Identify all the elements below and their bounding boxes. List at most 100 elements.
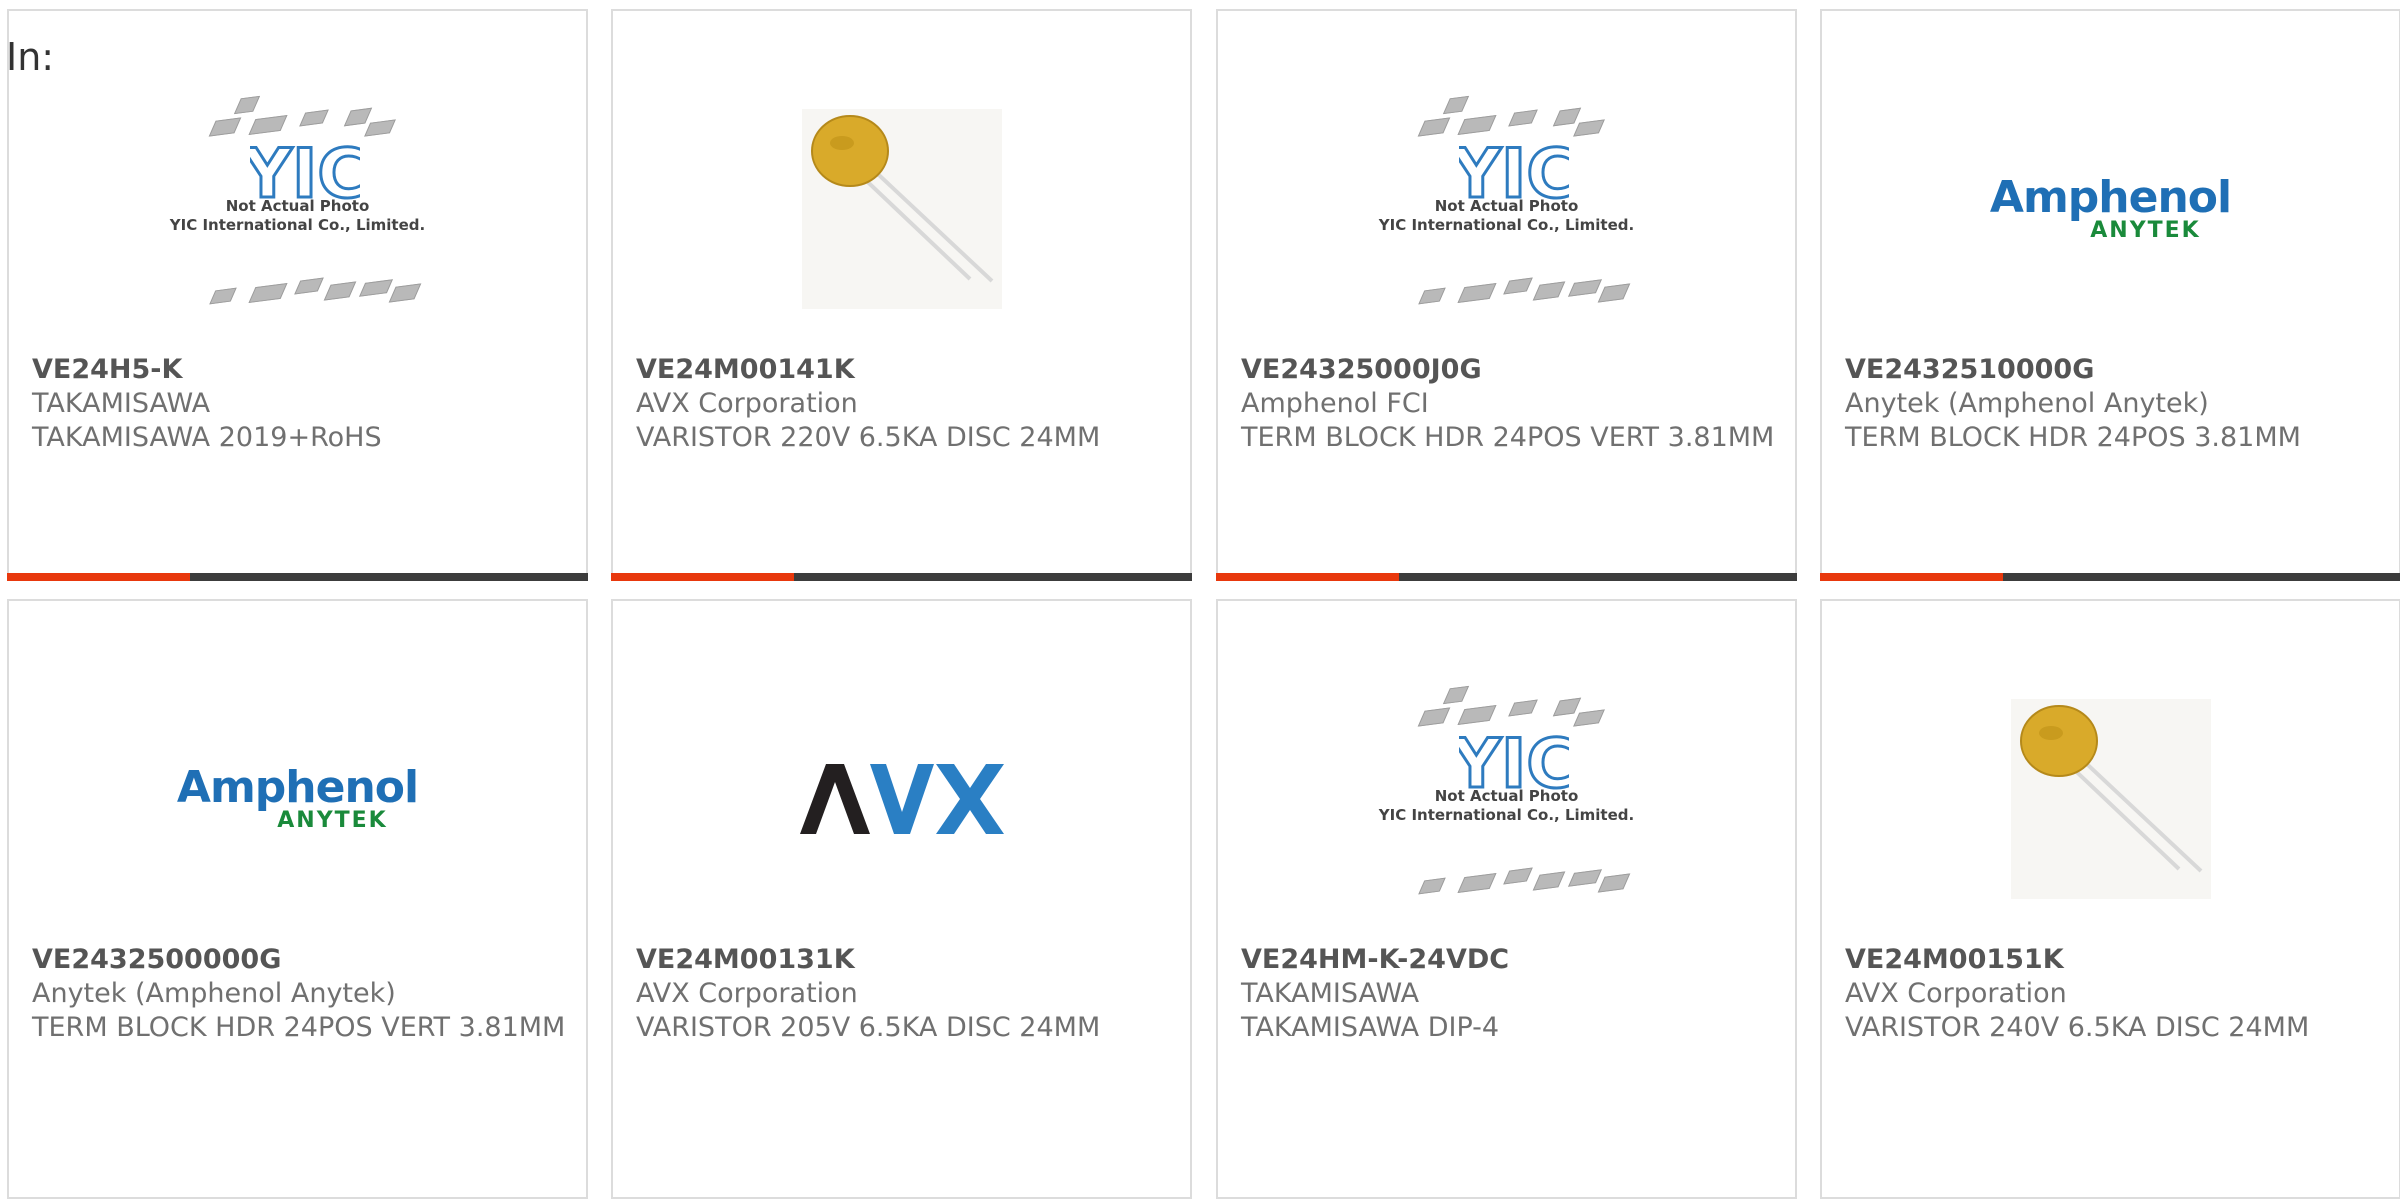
manufacturer: Anytek (Amphenol Anytek) bbox=[1845, 388, 2209, 419]
card-bottom-bar bbox=[1820, 573, 2400, 581]
product-card[interactable]: YIC Not Actual Photo YIC International Co.… bbox=[7, 9, 588, 581]
product-image[interactable]: YIC Not Actual Photo YIC International Co.… bbox=[1377, 669, 1637, 929]
product-image[interactable] bbox=[772, 669, 1032, 929]
part-number[interactable]: VE2432500000G bbox=[32, 943, 566, 977]
chip-icon bbox=[1442, 95, 1469, 115]
placeholder-caption: Not Actual Photo YIC International Co., L… bbox=[1377, 197, 1637, 235]
accent-bar bbox=[1820, 573, 2003, 581]
product-card[interactable]: VE24M00151K AVX Corporation VARISTOR 240V … bbox=[1820, 599, 2400, 1199]
part-number[interactable]: VE2432510000G bbox=[1845, 353, 2379, 387]
chip-icon bbox=[1442, 685, 1469, 705]
placeholder-caption: Not Actual Photo YIC International Co., L… bbox=[168, 197, 428, 235]
chip-icon bbox=[1597, 283, 1630, 303]
placeholder-graphic: YIC Not Actual Photo YIC International Co.… bbox=[1377, 89, 1637, 329]
description: VARISTOR 240V 6.5KA DISC 24MM bbox=[1845, 1012, 2310, 1043]
product-card[interactable]: Amphenol ANYTEK VE2432510000G Anytek (Amphe… bbox=[1820, 9, 2400, 581]
chip-icon bbox=[1507, 699, 1538, 717]
chip-icon bbox=[1597, 873, 1630, 893]
varistor-disc-image bbox=[801, 109, 1002, 309]
placeholder-graphic: YIC Not Actual Photo YIC International Co.… bbox=[168, 89, 428, 329]
product-image[interactable] bbox=[772, 79, 1032, 339]
amphenol-anytek-logo: Amphenol ANYTEK bbox=[176, 762, 419, 833]
product-image[interactable]: Amphenol ANYTEK bbox=[168, 669, 428, 929]
manufacturer: Amphenol FCI bbox=[1241, 388, 1429, 419]
part-number[interactable]: VE24M00141K bbox=[636, 353, 1170, 387]
manufacturer: AVX Corporation bbox=[1845, 978, 2067, 1009]
product-card[interactable]: YIC Not Actual Photo YIC International Co.… bbox=[1216, 9, 1797, 581]
product-info: VE24325000J0G Amphenol FCI TERM BLOCK HDR … bbox=[1241, 353, 1775, 455]
chip-icon bbox=[1456, 872, 1497, 894]
accent-bar bbox=[611, 573, 794, 581]
in-label: In: bbox=[6, 35, 55, 79]
placeholder-line2: YIC International Co., Limited. bbox=[1378, 806, 1635, 824]
chip-icon bbox=[208, 117, 241, 137]
product-card[interactable]: VE24M00131K AVX Corporation VARISTOR 205V … bbox=[611, 599, 1192, 1199]
amphenol-logo-text: Amphenol bbox=[176, 762, 419, 813]
chip-icon bbox=[1532, 281, 1565, 301]
product-info: VE24M00141K AVX Corporation VARISTOR 220V … bbox=[636, 353, 1170, 455]
product-info: VE2432510000G Anytek (Amphenol Anytek) TER… bbox=[1845, 353, 2379, 455]
chip-icon bbox=[1417, 117, 1450, 137]
chip-icon bbox=[358, 279, 393, 297]
card-bottom-bar bbox=[1216, 573, 1797, 581]
chip-icon bbox=[323, 281, 356, 301]
description: TAKAMISAWA DIP-4 bbox=[1241, 1012, 1500, 1043]
description: VARISTOR 205V 6.5KA DISC 24MM bbox=[636, 1012, 1101, 1043]
product-image[interactable]: YIC Not Actual Photo YIC International Co.… bbox=[1377, 79, 1637, 339]
manufacturer: Anytek (Amphenol Anytek) bbox=[32, 978, 396, 1009]
product-image[interactable] bbox=[1981, 669, 2241, 929]
product-info: VE24HM-K-24VDC TAKAMISAWA TAKAMISAWA DIP-4 bbox=[1241, 943, 1775, 1045]
placeholder-line2: YIC International Co., Limited. bbox=[169, 216, 426, 234]
chip-icon bbox=[293, 277, 324, 295]
chip-icon bbox=[1572, 119, 1605, 137]
product-card[interactable]: Amphenol ANYTEK VE2432500000G Anytek (Amphe… bbox=[7, 599, 588, 1199]
manufacturer: AVX Corporation bbox=[636, 388, 858, 419]
manufacturer: TAKAMISAWA bbox=[1241, 978, 1420, 1009]
chip-icon bbox=[1552, 697, 1581, 717]
chip-icon bbox=[1456, 282, 1497, 304]
description: TERM BLOCK HDR 24POS VERT 3.81MM bbox=[32, 1012, 566, 1043]
product-info: VE24M00151K AVX Corporation VARISTOR 240V … bbox=[1845, 943, 2379, 1045]
placeholder-caption: Not Actual Photo YIC International Co., L… bbox=[1377, 787, 1637, 825]
description: TERM BLOCK HDR 24POS 3.81MM bbox=[1845, 422, 2301, 453]
chip-icon bbox=[363, 119, 396, 137]
chip-icon bbox=[1417, 707, 1450, 727]
placeholder-graphic: YIC Not Actual Photo YIC International Co.… bbox=[1377, 679, 1637, 919]
chip-icon bbox=[1456, 114, 1497, 136]
part-number[interactable]: VE24M00151K bbox=[1845, 943, 2379, 977]
avx-logo bbox=[799, 764, 1004, 834]
part-number[interactable]: VE24M00131K bbox=[636, 943, 1170, 977]
product-card[interactable]: YIC Not Actual Photo YIC International Co.… bbox=[1216, 599, 1797, 1199]
chip-icon bbox=[1502, 867, 1533, 885]
accent-bar bbox=[1216, 573, 1399, 581]
placeholder-line1: Not Actual Photo bbox=[1434, 787, 1579, 805]
chip-icon bbox=[1507, 109, 1538, 127]
placeholder-line1: Not Actual Photo bbox=[1434, 197, 1579, 215]
anytek-logo-text: ANYTEK bbox=[277, 808, 388, 833]
part-number[interactable]: VE24HM-K-24VDC bbox=[1241, 943, 1775, 977]
description: VARISTOR 220V 6.5KA DISC 24MM bbox=[636, 422, 1101, 453]
amphenol-anytek-logo: Amphenol ANYTEK bbox=[1990, 176, 2232, 243]
product-info: VE24H5-K TAKAMISAWA TAKAMISAWA 2019+RoHS bbox=[32, 353, 566, 455]
placeholder-line1: Not Actual Photo bbox=[225, 197, 370, 215]
product-info: VE24M00131K AVX Corporation VARISTOR 205V … bbox=[636, 943, 1170, 1045]
chip-icon bbox=[298, 109, 329, 127]
chip-icon bbox=[247, 114, 288, 136]
card-bottom-bar bbox=[611, 573, 1192, 581]
product-card[interactable]: VE24M00141K AVX Corporation VARISTOR 220V … bbox=[611, 9, 1192, 581]
chip-icon bbox=[1417, 287, 1446, 305]
product-info: VE2432500000G Anytek (Amphenol Anytek) TER… bbox=[32, 943, 566, 1045]
chip-icon bbox=[1502, 277, 1533, 295]
accent-bar bbox=[7, 573, 190, 581]
part-number[interactable]: VE24H5-K bbox=[32, 353, 566, 387]
part-number[interactable]: VE24325000J0G bbox=[1241, 353, 1775, 387]
description: TERM BLOCK HDR 24POS VERT 3.81MM bbox=[1241, 422, 1775, 453]
anytek-logo-text: ANYTEK bbox=[2090, 218, 2201, 243]
chip-icon bbox=[1417, 877, 1446, 895]
product-image[interactable]: YIC Not Actual Photo YIC International Co.… bbox=[168, 79, 428, 339]
chip-icon bbox=[1456, 704, 1497, 726]
varistor-disc-image bbox=[2010, 699, 2211, 899]
chip-icon bbox=[1572, 709, 1605, 727]
product-image[interactable]: Amphenol ANYTEK bbox=[1981, 79, 2241, 339]
product-grid: YIC Not Actual Photo YIC International Co.… bbox=[0, 0, 2400, 1199]
